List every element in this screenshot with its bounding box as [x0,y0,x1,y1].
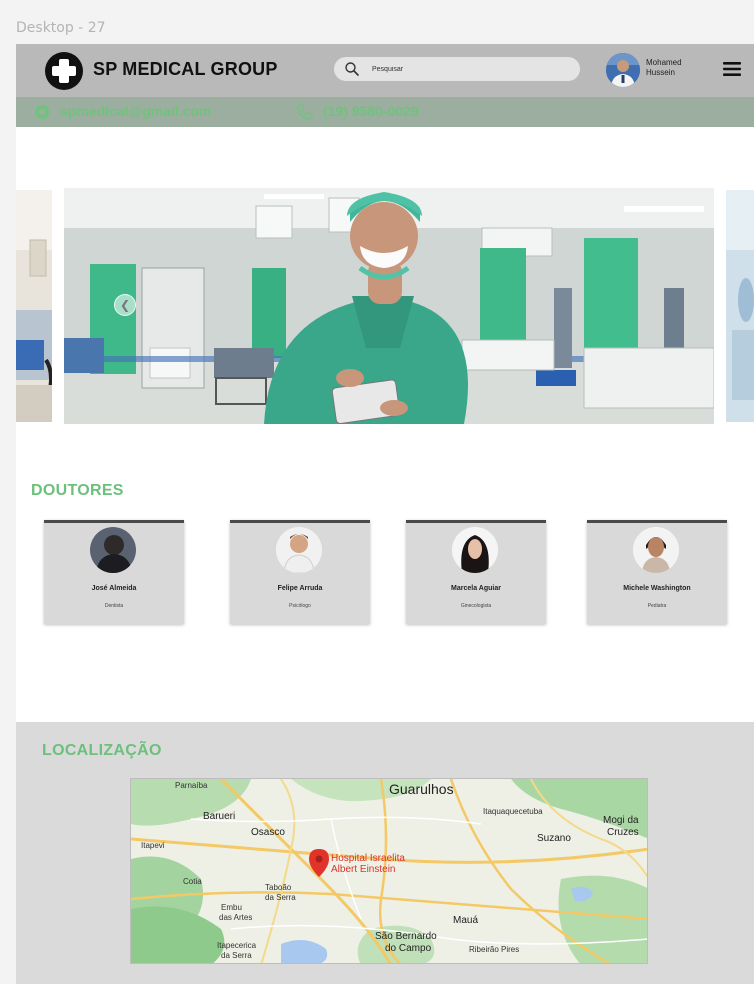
doctor-avatar [276,527,322,573]
location-section-title: LOCALIZAÇÃO [42,742,162,759]
doctor-avatar [90,527,136,573]
doctor-name: Michele Washington [623,585,691,592]
search-input[interactable] [372,61,568,77]
doctor-name: Marcela Aguiar [451,585,501,592]
carousel-slide-active[interactable]: ❮ ❯ [64,188,714,424]
user-photo [606,53,640,87]
carousel-slide-next[interactable] [726,190,754,422]
carousel-prev-button[interactable]: ❮ [114,294,136,316]
doctor-specialty: Psicólogo [289,603,311,609]
medical-cross-icon [45,52,83,90]
map-pin-label[interactable]: Hospital Israelita [331,853,405,864]
location-section: LOCALIZAÇÃO Parnaíba Guarulhos Barueri O… [16,722,754,984]
doctor-name: Felipe Arruda [277,585,323,592]
frame-label: Desktop - 27 [16,20,106,36]
doctor-card[interactable]: José Almeida Dentista [44,520,184,624]
location-map[interactable]: Parnaíba Guarulhos Barueri Osasco Itaqua… [130,778,648,964]
doctor-card[interactable]: Marcela Aguiar Ginecologista [406,520,546,624]
brand-name[interactable]: SP MEDICAL GROUP [93,59,278,80]
user-name[interactable]: Mohamed Hussein [646,58,706,78]
image-carousel[interactable]: ❮ ❯ [16,188,754,424]
doctors-section-title: DOUTORES [31,482,124,499]
email-icon [35,105,49,119]
doctor-card[interactable]: Michele Washington Pediatra [587,520,727,624]
hospital-hallway-image [726,190,754,422]
search-bar[interactable] [334,57,580,81]
doctor-specialty: Ginecologista [460,603,492,609]
doctor-avatar [452,527,498,573]
phone-icon [297,104,313,120]
doctor-in-hospital-image [64,188,714,424]
hospital-room-image [16,190,52,422]
map-pin-icon[interactable] [309,849,329,877]
avatar[interactable] [606,53,640,87]
carousel-slide-previous[interactable] [16,190,52,422]
contact-phone-link[interactable]: (19) 9580-0029 [323,103,419,119]
map-pin-label[interactable]: Albert Einstein [331,864,395,875]
doctor-specialty: Dentista [104,603,124,609]
doctor-specialty: Pediatra [647,603,667,609]
page-frame: SP MEDICAL GROUP Mohamed Hussein [16,44,754,984]
hamburger-menu-icon[interactable] [722,59,742,79]
header: SP MEDICAL GROUP Mohamed Hussein [16,44,754,97]
doctor-name: José Almeida [91,585,137,592]
contact-email-link[interactable]: spmedical@gmail.com [60,103,211,119]
search-icon[interactable] [344,61,360,77]
contact-bar: spmedical@gmail.com (19) 9580-0029 [16,97,754,127]
doctor-avatar [633,527,679,573]
doctor-card[interactable]: Felipe Arruda Psicólogo [230,520,370,624]
